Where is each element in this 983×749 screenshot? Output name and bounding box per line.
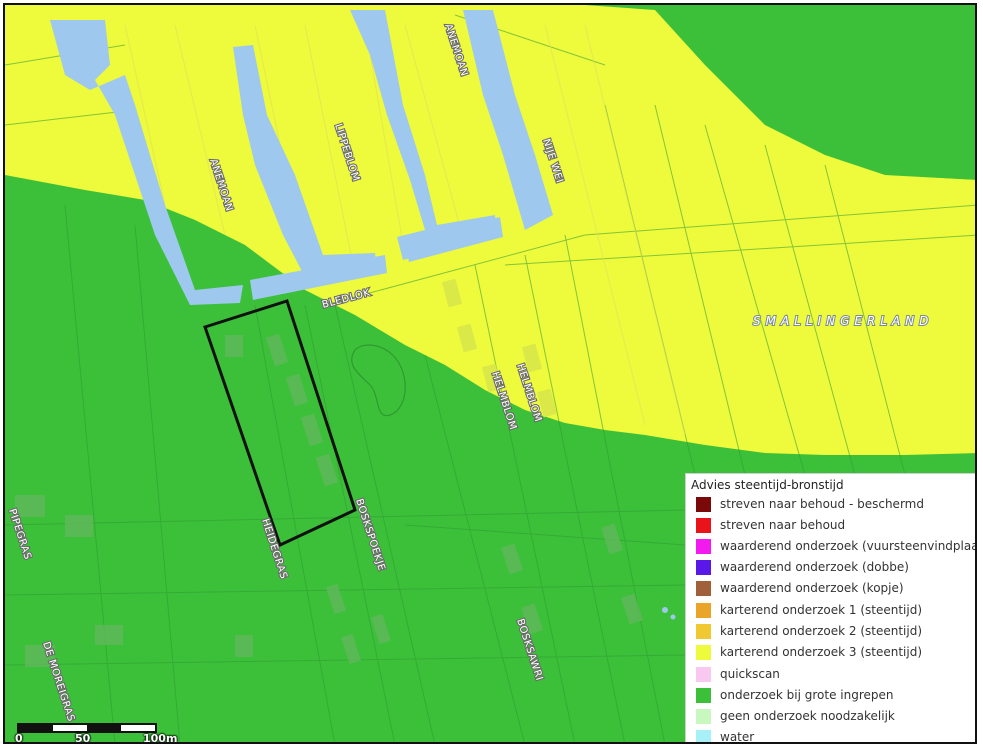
legend-item: waarderend onderzoek (kopje) [696,578,904,598]
legend-label: streven naar behoud - beschermd [720,497,924,511]
legend-item: geen onderzoek noodzakelijk [696,706,895,726]
legend-swatch [696,602,711,618]
legend-item: streven naar behoud - beschermd [696,494,924,514]
legend-label: waarderend onderzoek (vuursteenvindplaat… [720,539,977,553]
legend-item: quickscan [696,664,780,684]
legend-label: geen onderzoek noodzakelijk [720,709,895,723]
municipality-label: SMALLINGERLAND [753,314,933,328]
scale-bar-segment [87,725,121,731]
scale-bar: 0 50 100m [15,723,187,744]
legend-item: karterend onderzoek 1 (steentijd) [696,600,922,620]
legend-swatch [696,538,711,554]
legend-swatch [696,644,711,660]
legend-item: streven naar behoud [696,515,845,535]
legend-panel: Advies steentijd-bronstijd streven naar … [685,473,977,744]
legend-label: waarderend onderzoek (kopje) [720,581,904,595]
legend-swatch [696,496,711,512]
legend-item: waarderend onderzoek (vuursteenvindplaat… [696,536,977,556]
legend-item: water [696,727,755,744]
legend-swatch [696,687,711,703]
legend-label: karterend onderzoek 1 (steentijd) [720,603,923,617]
water-point-2 [670,614,676,620]
scale-label-50: 50 [75,732,91,744]
legend-label: quickscan [720,667,780,681]
scale-label-0: 0 [15,732,23,744]
legend-title: Advies steentijd-bronstijd [691,478,844,492]
legend-swatch [696,729,711,742]
legend-item: onderzoek bij grote ingrepen [696,685,894,705]
legend-item: karterend onderzoek 2 (steentijd) [696,621,922,641]
legend-item: waarderend onderzoek (dobbe) [696,557,909,577]
legend-label: karterend onderzoek 2 (steentijd) [720,624,923,638]
scale-bar-segment [19,725,53,731]
map-frame[interactable]: ANEMOAN LIPPEBLOM NIJE WEI ANEMOAN BLEDL… [3,3,977,744]
legend-label: water [720,730,755,744]
water-point-1 [662,607,668,613]
legend-label: onderzoek bij grote ingrepen [720,688,894,702]
legend-swatch [696,708,711,724]
legend-label: karterend onderzoek 3 (steentijd) [720,645,923,659]
legend-label: waarderend onderzoek (dobbe) [720,560,909,574]
legend-item: karterend onderzoek 3 (steentijd) [696,642,922,662]
scale-label-100m: 100m [143,732,178,744]
legend-swatch [696,580,711,596]
legend-label: streven naar behoud [720,518,846,532]
legend-swatch [696,517,711,533]
legend-swatch [696,623,711,639]
legend-swatch [696,666,711,682]
legend-swatch [696,559,711,575]
